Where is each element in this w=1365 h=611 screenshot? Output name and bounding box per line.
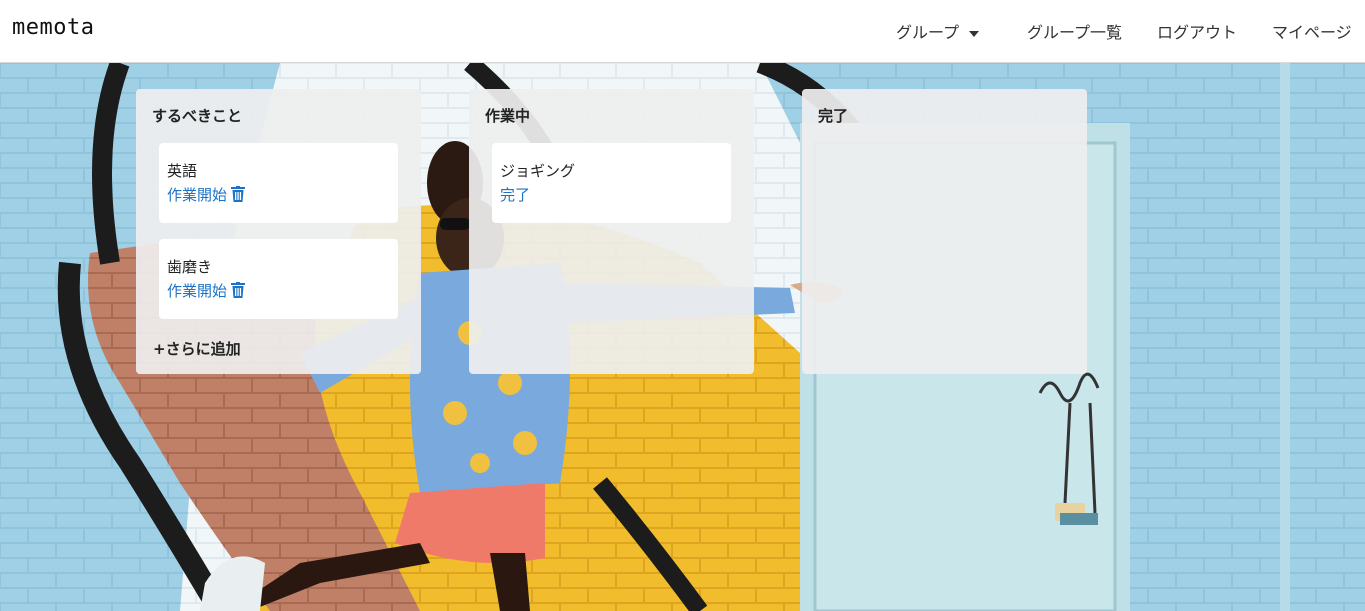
- column-in-progress: 作業中 ジョギング 完了: [469, 89, 754, 374]
- column-title: するべきこと: [152, 107, 243, 125]
- column-done: 完了: [802, 89, 1087, 374]
- task-title: 歯磨き: [167, 258, 213, 276]
- task-title: ジョギング: [500, 162, 576, 180]
- caret-down-icon: [969, 30, 980, 37]
- column-title: 完了: [818, 107, 849, 125]
- trash-icon[interactable]: [231, 186, 246, 207]
- task-card[interactable]: 英語 作業開始: [159, 143, 398, 223]
- task-card[interactable]: ジョギング 完了: [492, 143, 731, 223]
- start-task-link[interactable]: 作業開始: [167, 186, 227, 204]
- navbar: memota グループ グループ一覧 ログアウト マイページ: [0, 0, 1365, 63]
- add-more-button[interactable]: +さらに追加: [153, 338, 241, 359]
- nav-group-dropdown[interactable]: グループ: [896, 19, 980, 43]
- nav-logout[interactable]: ログアウト: [1157, 19, 1237, 43]
- start-task-link[interactable]: 作業開始: [167, 282, 227, 300]
- task-card[interactable]: 歯磨き 作業開始: [159, 239, 398, 319]
- nav-group-dropdown-label: グループ: [896, 23, 960, 42]
- brand-logo[interactable]: memota: [12, 15, 94, 40]
- task-title: 英語: [167, 162, 198, 180]
- complete-task-link[interactable]: 完了: [500, 186, 530, 204]
- trash-icon[interactable]: [231, 282, 246, 303]
- nav-group-list[interactable]: グループ一覧: [1027, 19, 1122, 43]
- column-todo: するべきこと 英語 作業開始 歯磨き 作業開始 +さらに追加: [136, 89, 421, 374]
- nav-mypage[interactable]: マイページ: [1272, 19, 1352, 43]
- column-title: 作業中: [485, 107, 531, 125]
